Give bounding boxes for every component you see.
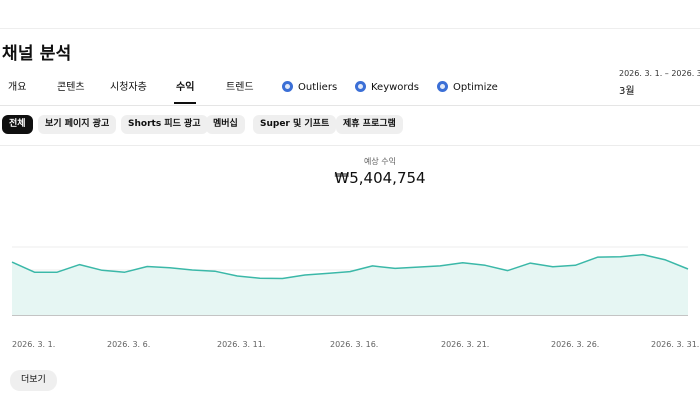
x-tick-label: 2026. 3. 21.	[441, 340, 490, 349]
more-button[interactable]: 더보기	[10, 370, 57, 391]
tab-divider	[0, 105, 700, 106]
chip-affiliate-program[interactable]: 제휴 프로그램	[336, 115, 403, 134]
tab-audience[interactable]: 시청자층	[110, 80, 147, 104]
chart-area-fill	[12, 254, 688, 315]
chip-super-gifts[interactable]: Super 및 기프트	[253, 115, 337, 134]
tab-optimize[interactable]: Optimize	[437, 80, 498, 104]
tab-keywords[interactable]: Keywords	[355, 80, 419, 104]
extension-icon	[355, 81, 366, 92]
tab-label: 수익	[176, 82, 195, 93]
extension-icon	[437, 81, 448, 92]
x-tick-label: 2026. 3. 26.	[551, 340, 600, 349]
top-divider	[0, 28, 700, 29]
x-tick-label: 2026. 3. 31.	[651, 340, 700, 349]
x-tick-label: 2026. 3. 11.	[217, 340, 266, 349]
revenue-chart	[11, 246, 689, 316]
x-tick-label: 2026. 3. 16.	[330, 340, 379, 349]
tab-label: Keywords	[371, 82, 419, 93]
x-tick-label: 2026. 3. 6.	[107, 340, 151, 349]
chip-all[interactable]: 전체	[2, 115, 33, 134]
tab-content[interactable]: 콘텐츠	[57, 80, 85, 104]
tab-overview[interactable]: 개요	[8, 80, 26, 104]
tab-label: 트렌드	[226, 82, 254, 93]
metric-label: 예상 수익	[364, 157, 396, 166]
tab-label: Outliers	[298, 82, 338, 93]
tab-label: 콘텐츠	[57, 82, 85, 93]
page-title: 채널 분석	[2, 44, 72, 64]
panel-divider	[0, 145, 700, 146]
tab-label: 개요	[8, 82, 27, 93]
tab-label: Optimize	[453, 82, 498, 93]
chip-memberships[interactable]: 멤버십	[206, 115, 245, 134]
chip-shorts-feed-ads[interactable]: Shorts 피드 광고	[121, 115, 208, 134]
tab-revenue[interactable]: 수익	[173, 80, 197, 104]
metric-value: ₩5,404,754	[334, 169, 426, 187]
extension-icon	[282, 81, 293, 92]
date-range-text[interactable]: 2026. 3. 1. – 2026. 3. 31.	[619, 69, 700, 78]
date-period-label[interactable]: 3월	[619, 82, 635, 97]
tab-trends[interactable]: 트렌드	[226, 80, 254, 104]
tab-outliers[interactable]: Outliers	[282, 80, 337, 104]
chip-watch-page-ads[interactable]: 보기 페이지 광고	[38, 115, 117, 134]
x-tick-label: 2026. 3. 1.	[12, 340, 56, 349]
tab-label: 시청자층	[110, 82, 147, 93]
